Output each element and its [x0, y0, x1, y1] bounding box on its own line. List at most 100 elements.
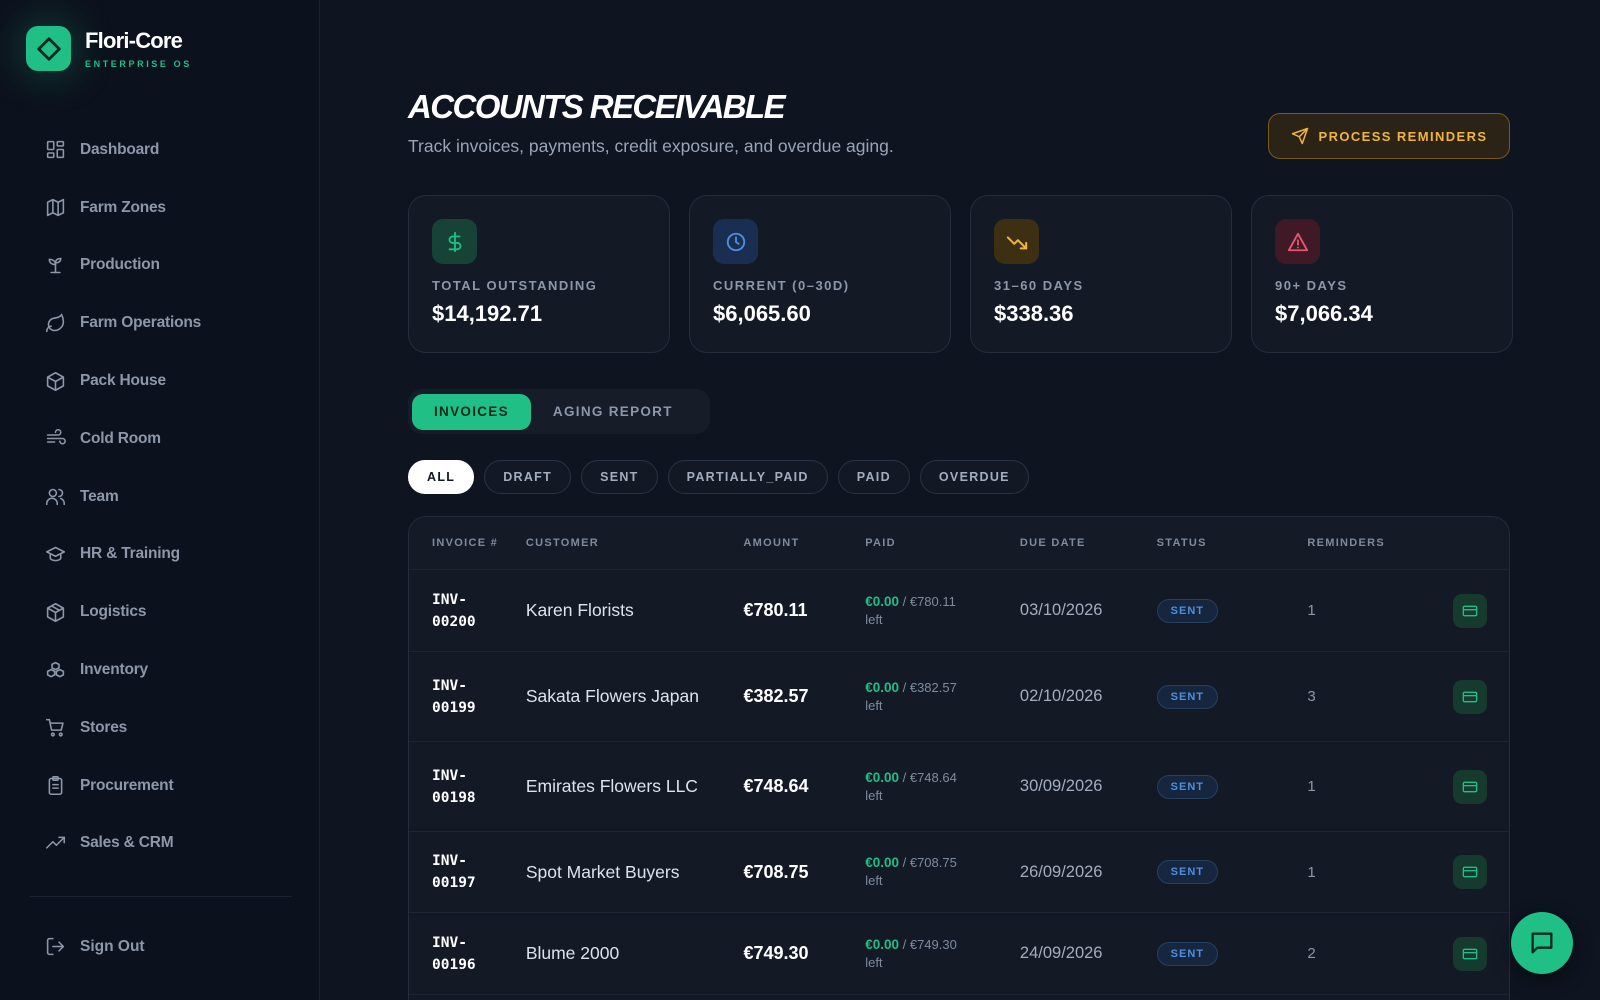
column-header[interactable]: INVOICE #	[409, 537, 526, 549]
chat-button[interactable]	[1511, 912, 1573, 974]
sidebar-item-label: Procurement	[80, 776, 174, 794]
sidebar-item-label: Sales & CRM	[80, 834, 174, 852]
process-reminders-label: PROCESS REMINDERS	[1318, 128, 1488, 144]
sidebar-item-label: Team	[80, 487, 119, 505]
paid-cell: €0.00 / €382.57 left	[865, 679, 1020, 715]
reminder-count: 1	[1307, 863, 1316, 881]
filter-paid[interactable]: PAID	[837, 460, 910, 494]
tab-invoices[interactable]: INVOICES	[412, 393, 531, 430]
actions-cell	[1429, 769, 1509, 804]
column-header[interactable]: DUE DATE	[1020, 537, 1157, 549]
column-header[interactable]: PAID	[865, 537, 1020, 549]
record-payment-button[interactable]	[1453, 855, 1487, 889]
paid-total: / €749.30	[902, 936, 957, 952]
table-row[interactable]: INV- 00198 Emirates Flowers LLC €748.64 €…	[409, 742, 1509, 832]
table-row[interactable]: INV- 00199 Sakata Flowers Japan €382.57 €…	[409, 652, 1509, 742]
sidebar-item-pack-house[interactable]: Pack House	[30, 352, 292, 410]
column-header[interactable]: CUSTOMER	[526, 537, 744, 549]
table-row[interactable]: INV- 00200 Karen Florists €780.11 €0.00 /…	[409, 570, 1509, 652]
status-cell: SENT	[1156, 941, 1308, 966]
filter-overdue[interactable]: OVERDUE	[919, 460, 1029, 494]
record-payment-button[interactable]	[1453, 679, 1487, 714]
column-header[interactable]: STATUS	[1157, 537, 1308, 549]
invoice-amount: €780.11	[743, 600, 808, 620]
invoice-prefix: INV-	[432, 934, 467, 951]
reminder-count: 1	[1307, 602, 1316, 619]
sidebar-divider	[30, 896, 292, 897]
paid-total: / €382.57	[902, 679, 957, 695]
sidebar-item-label: Logistics	[80, 603, 147, 621]
wind-icon	[46, 429, 66, 445]
card-value: $338.36	[994, 301, 1074, 326]
sidebar-item-inventory[interactable]: Inventory	[30, 641, 292, 699]
sidebar-item-farm-operations[interactable]: Farm Operations	[30, 294, 292, 352]
status-cell: SENT	[1156, 774, 1308, 799]
invoice-prefix: INV-	[432, 853, 467, 869]
page-title: ACCOUNTS RECEIVABLE	[408, 88, 786, 125]
process-reminders-button[interactable]: PROCESS REMINDERS	[1268, 113, 1510, 159]
sidebar-item-hr-training[interactable]: HR & Training	[30, 526, 292, 584]
invoice-prefix: INV-	[432, 591, 467, 608]
users-icon	[45, 488, 66, 506]
sidebar-item-dashboard[interactable]: Dashboard	[30, 121, 292, 179]
table-row[interactable]: INV- 00196 Blume 2000 €749.30 €0.00 / €74…	[409, 913, 1509, 995]
paid-left-label: left	[865, 873, 883, 888]
record-payment-button[interactable]	[1453, 936, 1487, 971]
brand-name: Flori-Core	[85, 28, 183, 53]
paid-amount: €0.00	[865, 593, 899, 609]
table-header: INVOICE # CUSTOMER AMOUNT PAID DUE DATE …	[409, 517, 1509, 570]
dollar-icon	[432, 219, 477, 264]
filter-draft[interactable]: DRAFT	[484, 460, 572, 494]
card-label: TOTAL OUTSTANDING	[432, 278, 598, 293]
customer-name: Karen Florists	[525, 600, 634, 620]
sidebar-item-cold-room[interactable]: Cold Room	[30, 410, 292, 468]
sign-out-button[interactable]: Sign Out	[45, 936, 145, 957]
paid-total: / €780.11	[902, 593, 956, 609]
sidebar-item-sales-crm[interactable]: Sales & CRM	[30, 815, 292, 873]
tab-aging-report[interactable]: AGING REPORT	[531, 394, 695, 430]
sidebar-item-logistics[interactable]: Logistics	[30, 583, 292, 641]
brand[interactable]: Flori-Core ENTERPRISE OS	[26, 26, 192, 71]
card-90-plus-days: 90+ DAYS $7,066.34	[1251, 195, 1513, 353]
card-label: CURRENT (0–30D)	[713, 278, 850, 293]
sidebar-item-stores[interactable]: Stores	[30, 699, 292, 757]
reminder-count: 3	[1307, 688, 1316, 705]
sidebar-item-procurement[interactable]: Procurement	[30, 757, 292, 815]
paid-left-label: left	[865, 787, 883, 803]
card-value: $14,192.71	[432, 301, 543, 326]
record-payment-button[interactable]	[1453, 769, 1487, 804]
status-cell: SENT	[1156, 860, 1308, 884]
paid-cell: €0.00 / €749.30 left	[865, 936, 1020, 972]
filter-sent[interactable]: SENT	[581, 460, 658, 494]
due-date: 02/10/2026	[1019, 687, 1103, 705]
due-date: 26/09/2026	[1019, 862, 1103, 881]
invoice-amount: €382.57	[743, 686, 809, 706]
summary-cards: TOTAL OUTSTANDING $14,192.71 CURRENT (0–…	[408, 195, 1513, 353]
alert-triangle-icon	[1275, 219, 1320, 264]
credit-card-icon	[1462, 948, 1478, 959]
sidebar-item-team[interactable]: Team	[30, 468, 292, 526]
sidebar-item-farm-zones[interactable]: Farm Zones	[30, 179, 292, 237]
sidebar-item-label: Pack House	[80, 372, 166, 390]
send-icon	[1291, 127, 1308, 145]
table-row[interactable]: INV- 00197 Spot Market Buyers €708.75 €0.…	[409, 832, 1509, 913]
filter-partially-paid[interactable]: PARTIALLY_PAID	[667, 460, 828, 494]
invoice-id: 00196	[432, 956, 476, 973]
paid-amount: €0.00	[865, 936, 899, 952]
sidebar-item-production[interactable]: Production	[30, 237, 292, 295]
column-header[interactable]: AMOUNT	[743, 537, 865, 549]
sidebar-nav: Dashboard Farm Zones Production Farm Ope…	[30, 121, 292, 897]
card-current: CURRENT (0–30D) $6,065.60	[689, 195, 951, 353]
leaf-icon	[45, 313, 65, 332]
paid-cell: €0.00 / €748.64 left	[865, 769, 1020, 805]
column-header[interactable]: REMINDERS	[1307, 537, 1429, 549]
filter-all[interactable]: ALL	[408, 460, 475, 494]
invoice-prefix: INV-	[432, 677, 467, 694]
sidebar-item-label: Production	[80, 256, 160, 274]
record-payment-button[interactable]	[1453, 593, 1487, 628]
actions-cell	[1429, 936, 1509, 971]
invoice-prefix: INV-	[432, 767, 467, 784]
logo-icon	[26, 26, 71, 71]
card-total-outstanding: TOTAL OUTSTANDING $14,192.71	[408, 195, 670, 353]
status-badge: SENT	[1156, 774, 1218, 799]
